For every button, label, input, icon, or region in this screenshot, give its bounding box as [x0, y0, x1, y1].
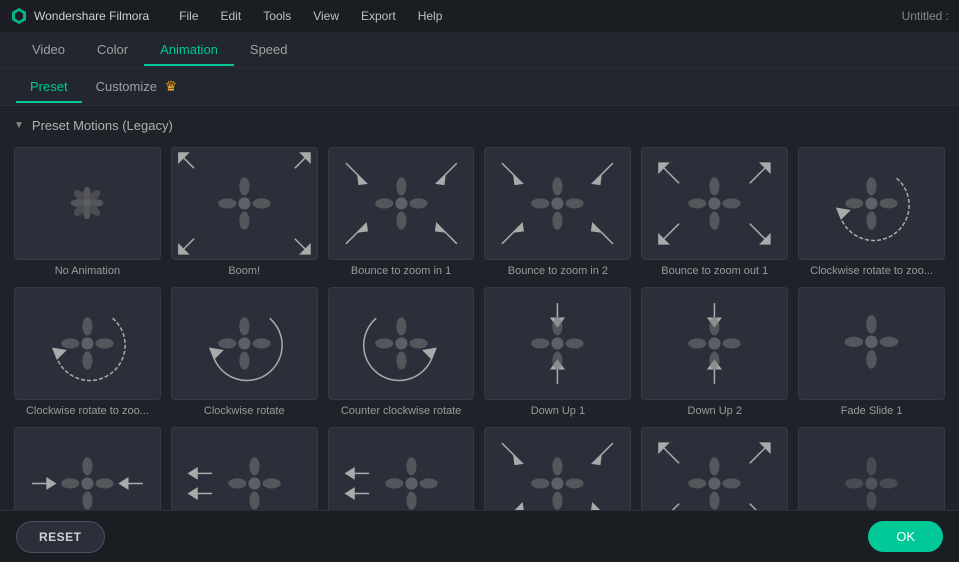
tab-video[interactable]: Video [16, 34, 81, 65]
list-item[interactable]: Down Up 2 [641, 287, 788, 417]
list-item[interactable]: Clockwise rotate to zoo... [798, 147, 945, 277]
bounce-zoom-in-1-icon [329, 148, 474, 259]
app-name: Wondershare Filmora [34, 9, 149, 23]
section-header[interactable]: ▼ Preset Motions (Legacy) [14, 118, 945, 133]
fade-slide-2-icon [15, 428, 160, 510]
menu-export[interactable]: Export [351, 5, 406, 27]
app-logo-icon [10, 7, 28, 25]
clockwise-rotate-zoo-2-icon [15, 288, 160, 399]
boom-arrows-icon [172, 148, 317, 259]
anim-thumb-clockwise-rotate-zoo[interactable] [798, 147, 945, 260]
anim-label: No Animation [14, 265, 161, 277]
title-bar: Wondershare Filmora File Edit Tools View… [0, 0, 959, 32]
fade-slide-3-icon [172, 428, 317, 510]
list-item[interactable]: Bounce to zoom out 1 [641, 147, 788, 277]
anim-thumb-fade-slide-4[interactable] [328, 427, 475, 510]
anim-label: Counter clockwise rotate [328, 405, 475, 417]
fade-zoom-out-icon [642, 428, 787, 510]
menu-view[interactable]: View [303, 5, 349, 27]
list-item[interactable]: Fade Zoom Out [641, 427, 788, 510]
anim-label: Boom! [171, 265, 318, 277]
down-up-1-icon [485, 288, 630, 399]
anim-thumb-no-animation[interactable] [14, 147, 161, 260]
subtab-bar: Preset Customize ♛ [0, 68, 959, 106]
anim-thumb-fade-slide-3[interactable] [171, 427, 318, 510]
fade2-icon [799, 428, 944, 510]
list-item[interactable]: Clockwise rotate to zoo... [14, 287, 161, 417]
anim-thumb-down-up-2[interactable] [641, 287, 788, 400]
section-arrow-icon: ▼ [14, 120, 24, 131]
list-item[interactable]: No Animation [14, 147, 161, 277]
tab-speed[interactable]: Speed [234, 34, 304, 65]
list-item[interactable]: Bounce to zoom in 1 [328, 147, 475, 277]
clockwise-rotate-icon [172, 288, 317, 399]
anim-thumb-fade-slide-2[interactable] [14, 427, 161, 510]
list-item[interactable]: Fade2 [798, 427, 945, 510]
bounce-zoom-in-2-icon [485, 148, 630, 259]
anim-thumb-clockwise-rotate-zoo-2[interactable] [14, 287, 161, 400]
list-item[interactable]: Bounce to zoom in 2 [484, 147, 631, 277]
counter-clockwise-rotate-icon [329, 288, 474, 399]
anim-thumb-fade-slide-1[interactable] [798, 287, 945, 400]
menu-edit[interactable]: Edit [211, 5, 252, 27]
tab-color[interactable]: Color [81, 34, 144, 65]
animation-grid: No Animation [14, 147, 945, 510]
list-item[interactable]: Boom! [171, 147, 318, 277]
anim-label: Bounce to zoom out 1 [641, 265, 788, 277]
list-item[interactable]: Fade Zoom In [484, 427, 631, 510]
section-title: Preset Motions (Legacy) [32, 118, 173, 133]
down-up-2-icon [642, 288, 787, 399]
tab-animation[interactable]: Animation [144, 34, 234, 65]
anim-thumb-bounce-zoom-out-1[interactable] [641, 147, 788, 260]
window-title: Untitled : [902, 9, 949, 23]
ok-button[interactable]: OK [868, 521, 943, 552]
anim-label: Clockwise rotate [171, 405, 318, 417]
anim-label: Clockwise rotate to zoo... [14, 405, 161, 417]
menu-tools[interactable]: Tools [253, 5, 301, 27]
menu-help[interactable]: Help [408, 5, 453, 27]
flower-icon [68, 184, 106, 222]
crown-icon: ♛ [165, 78, 178, 94]
anim-thumb-bounce-zoom-in-1[interactable] [328, 147, 475, 260]
main-content: ▼ Preset Motions (Legacy) No Animation [0, 106, 959, 510]
tab-bar: Video Color Animation Speed [0, 32, 959, 68]
menu-bar: File Edit Tools View Export Help [169, 5, 901, 27]
fade-slide-4-icon [329, 428, 474, 510]
anim-label: Bounce to zoom in 1 [328, 265, 475, 277]
anim-thumb-counter-clockwise-rotate[interactable] [328, 287, 475, 400]
bounce-zoom-out-1-icon [642, 148, 787, 259]
anim-thumb-boom[interactable] [171, 147, 318, 260]
menu-file[interactable]: File [169, 5, 208, 27]
list-item[interactable]: Fade Slide 1 [798, 287, 945, 417]
anim-thumb-bounce-zoom-in-2[interactable] [484, 147, 631, 260]
anim-label: Bounce to zoom in 2 [484, 265, 631, 277]
anim-label: Fade Slide 1 [798, 405, 945, 417]
anim-thumb-fade2[interactable] [798, 427, 945, 510]
anim-thumb-clockwise-rotate[interactable] [171, 287, 318, 400]
clockwise-rotate-zoo-icon [799, 148, 944, 259]
list-item[interactable]: Clockwise rotate [171, 287, 318, 417]
list-item[interactable]: Fade Slide 2 [14, 427, 161, 510]
fade-slide-1-icon [799, 287, 944, 399]
anim-thumb-fade-zoom-in[interactable] [484, 427, 631, 510]
subtab-customize[interactable]: Customize ♛ [82, 70, 192, 103]
anim-label: Down Up 1 [484, 405, 631, 417]
fade-zoom-in-icon [485, 428, 630, 510]
list-item[interactable]: Fade Slide 3 [171, 427, 318, 510]
list-item[interactable]: Fade Slide 4 [328, 427, 475, 510]
anim-thumb-down-up-1[interactable] [484, 287, 631, 400]
anim-label: Clockwise rotate to zoo... [798, 265, 945, 277]
anim-label: Down Up 2 [641, 405, 788, 417]
bottom-bar: RESET OK [0, 510, 959, 562]
subtab-preset[interactable]: Preset [16, 71, 82, 102]
list-item[interactable]: Counter clockwise rotate [328, 287, 475, 417]
list-item[interactable]: Down Up 1 [484, 287, 631, 417]
anim-thumb-fade-zoom-out[interactable] [641, 427, 788, 510]
reset-button[interactable]: RESET [16, 521, 105, 553]
